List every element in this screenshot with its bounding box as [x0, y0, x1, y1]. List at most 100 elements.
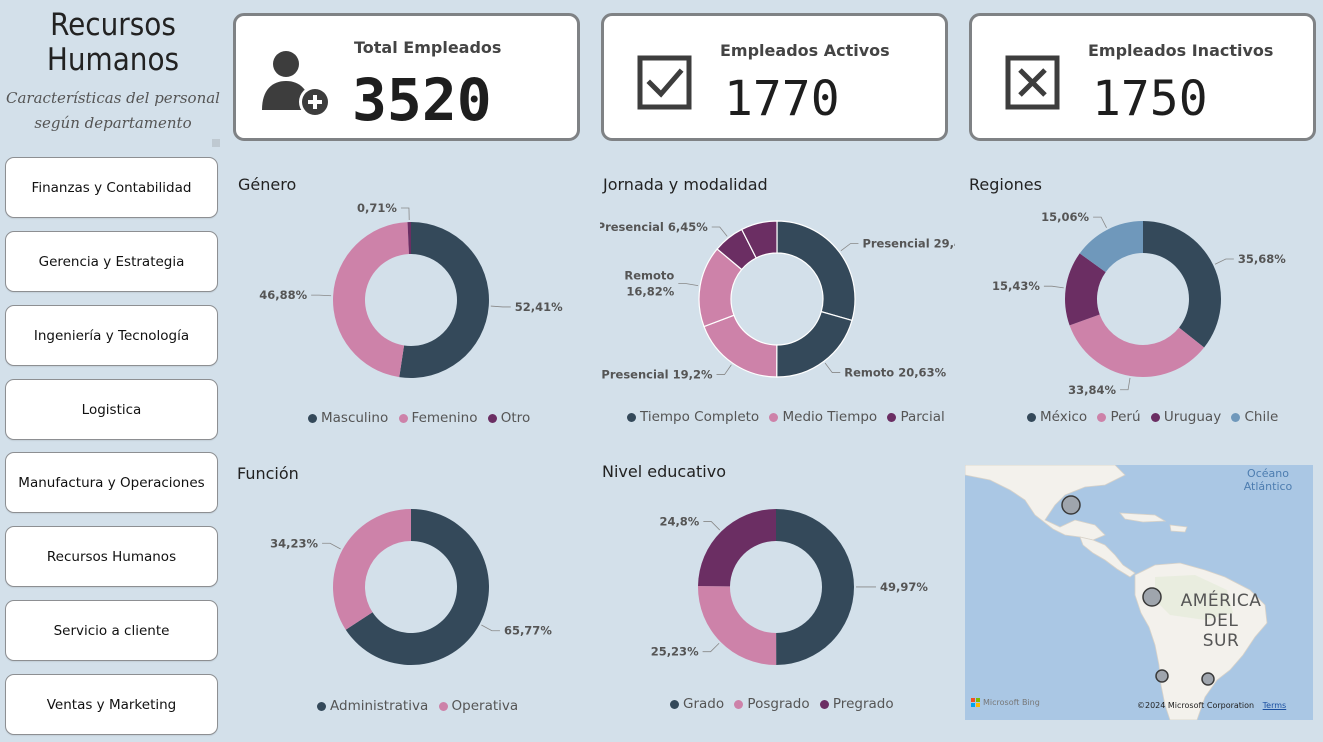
- legend-item[interactable]: Medio Tiempo: [769, 409, 877, 425]
- map-marker-chile[interactable]: [1155, 669, 1169, 683]
- kpi-card-inactivos: Empleados Inactivos 1750: [969, 13, 1316, 141]
- legend-item[interactable]: Grado: [670, 696, 724, 712]
- legend-swatch: [1027, 412, 1036, 422]
- map-copyright: ©2024 Microsoft Corporation: [1137, 701, 1255, 710]
- legend-label: Otro: [500, 410, 531, 426]
- data-label: Presencial 29,43%: [862, 237, 955, 251]
- legend-item[interactable]: Operativa: [438, 698, 519, 714]
- legend-label: Grado: [683, 696, 725, 712]
- map-marker-uruguay[interactable]: [1201, 672, 1215, 686]
- legend-item[interactable]: Otro: [487, 410, 531, 426]
- nav-button-servicio[interactable]: Servicio a cliente: [5, 600, 218, 661]
- kpi-activos-value: 1770: [724, 71, 840, 127]
- legend-item[interactable]: Femenino: [398, 410, 478, 426]
- legend-swatch: [887, 412, 897, 422]
- nav-button-ingenieria[interactable]: Ingeniería y Tecnología: [5, 305, 218, 366]
- jornada-donut-chart: Presencial 29,43% Remoto 20,63% Presencial…: [600, 220, 955, 382]
- nivel-slice[interactable]: [776, 509, 855, 665]
- kpi-inactivos-label: Empleados Inactivos: [1088, 41, 1274, 60]
- legend-item[interactable]: Posgrado: [734, 696, 810, 712]
- legend-label: Masculino: [321, 410, 389, 426]
- legend-swatch: [1150, 412, 1160, 422]
- map-marker-peru[interactable]: [1142, 587, 1162, 607]
- nav-button-recursos-humanos[interactable]: Recursos Humanos: [5, 526, 218, 587]
- genero-legend: Masculino Femenino Otro: [308, 410, 536, 427]
- funcion-slice[interactable]: [333, 509, 411, 630]
- funcion-legend: Administrativa Operativa: [317, 698, 524, 715]
- legend-label: Pregrado: [832, 696, 894, 712]
- legend-item[interactable]: Masculino: [308, 410, 388, 426]
- data-label: 15,43%: [992, 279, 1040, 293]
- legend-swatch: [398, 413, 408, 423]
- legend-swatch: [1231, 412, 1241, 422]
- kpi-card-total: Total Empleados 3520: [233, 13, 580, 141]
- data-label: 24,8%: [659, 515, 699, 529]
- genero-slice[interactable]: [332, 222, 409, 378]
- add-user-icon: [262, 51, 331, 118]
- region-map[interactable]: Océano Atlántico AMÉRICA DEL SUR Microso…: [965, 465, 1313, 720]
- legend-item[interactable]: Parcial: [887, 409, 945, 425]
- funcion-title: Función: [237, 464, 299, 483]
- caribbean-shape: [1119, 512, 1167, 523]
- legend-label: Operativa: [451, 698, 519, 714]
- nivel-title: Nivel educativo: [602, 462, 726, 481]
- data-label: 65,77%: [504, 624, 552, 638]
- legend-item[interactable]: Administrativa: [317, 698, 428, 714]
- data-label: 35,68%: [1238, 252, 1286, 266]
- legend-swatch: [734, 699, 744, 709]
- legend-item[interactable]: Pregrado: [819, 696, 894, 712]
- regiones-donut-chart: 35,68% 33,84% 15,43% 15,06%: [992, 210, 1286, 397]
- data-label: 34,23%: [270, 536, 318, 550]
- legend-item[interactable]: Tiempo Completo: [627, 409, 759, 425]
- data-label: 0,71%: [357, 201, 397, 215]
- kpi-total-value: 3520: [352, 66, 492, 134]
- map-terms-link[interactable]: Terms: [1263, 701, 1287, 710]
- nav-button-gerencia[interactable]: Gerencia y Estrategia: [5, 231, 218, 292]
- legend-item[interactable]: Chile: [1231, 409, 1278, 425]
- ocean-label-line-2: Atlántico: [1243, 480, 1293, 493]
- subtitle-line-2: según departamento: [34, 114, 192, 132]
- legend-item[interactable]: Uruguay: [1150, 409, 1221, 425]
- nav-button-logistica[interactable]: Logistica: [5, 379, 218, 440]
- nivel-legend: Grado Posgrado Pregrado: [670, 696, 900, 713]
- ocean-label: Océano Atlántico: [1223, 467, 1313, 493]
- bing-brand-label: Microsoft Bing: [983, 698, 1040, 707]
- legend-item[interactable]: Perú: [1097, 409, 1141, 425]
- regiones-legend: México Perú Uruguay Chile: [1027, 409, 1284, 426]
- jornada-title: Jornada y modalidad: [603, 175, 768, 194]
- data-label: Presencial 19,2%: [601, 368, 713, 382]
- decorative-square: [212, 139, 220, 147]
- microsoft-logo-icon: [971, 698, 980, 707]
- legend-item[interactable]: México: [1027, 409, 1087, 425]
- data-label: Remoto 20,63%: [844, 366, 946, 380]
- nav-button-finanzas[interactable]: Finanzas y Contabilidad: [5, 157, 218, 218]
- nav-button-manufactura[interactable]: Manufactura y Operaciones: [5, 452, 218, 513]
- legend-swatch: [627, 412, 636, 422]
- regiones-slice[interactable]: [1143, 221, 1221, 348]
- legend-swatch: [308, 413, 317, 423]
- legend-swatch: [670, 699, 679, 709]
- data-label: Presencial 6,45%: [600, 220, 708, 234]
- map-marker-mexico[interactable]: [1061, 495, 1081, 515]
- map-attribution: ©2024 Microsoft Corporation Terms: [1137, 701, 1286, 710]
- jornada-slice[interactable]: [776, 220, 856, 322]
- nivel-donut-chart: 49,97% 25,23% 24,8%: [651, 509, 928, 665]
- jornada-slice[interactable]: [703, 314, 778, 378]
- data-label: 15,06%: [1041, 210, 1089, 224]
- page-title: Recursos Humanos: [46, 7, 180, 78]
- regiones-title: Regiones: [969, 175, 1042, 194]
- legend-label: Parcial: [900, 409, 945, 425]
- island-shape: [1169, 524, 1188, 533]
- nivel-slice[interactable]: [698, 509, 776, 587]
- jornada-slice[interactable]: [776, 310, 853, 378]
- data-label: 33,84%: [1068, 383, 1116, 397]
- legend-label: Femenino: [411, 410, 478, 426]
- genero-slice[interactable]: [399, 222, 490, 378]
- page-subtitle: Características del personal según depar…: [0, 86, 226, 136]
- nivel-slice[interactable]: [698, 586, 777, 665]
- checkbox-checked-icon: [637, 55, 692, 110]
- nav-button-ventas[interactable]: Ventas y Marketing: [5, 674, 218, 735]
- checkbox-x-icon: [1005, 55, 1060, 110]
- data-label: 46,88%: [259, 288, 307, 302]
- subtitle-line-1: Características del personal: [6, 89, 220, 107]
